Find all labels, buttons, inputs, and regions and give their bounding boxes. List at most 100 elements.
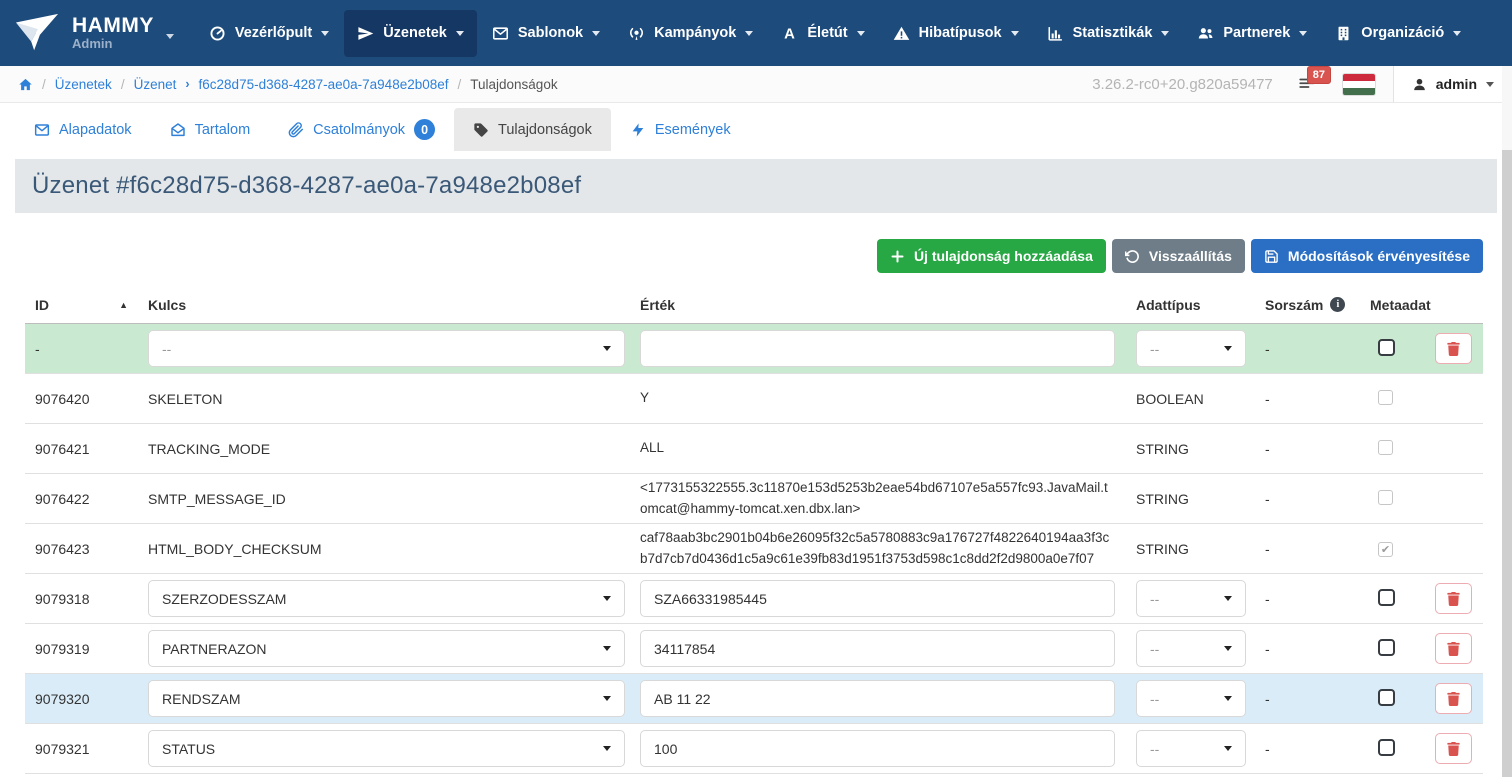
nav-item-label: Vezérlőpult xyxy=(235,25,312,41)
nav-item-kampanyok[interactable]: Kampányok xyxy=(615,10,766,57)
key-select[interactable]: STATUS xyxy=(148,730,625,767)
value-input[interactable] xyxy=(640,730,1115,767)
tab-csatolmanyok[interactable]: Csatolmányok0 xyxy=(269,108,454,151)
key-select[interactable]: PARTNERAZON xyxy=(148,630,625,667)
value-input[interactable] xyxy=(640,580,1115,617)
type-select[interactable]: -- xyxy=(1136,330,1246,367)
nav-item-uzenetek[interactable]: Üzenetek xyxy=(344,10,477,57)
reset-label: Visszaállítás xyxy=(1149,248,1232,264)
nav-item-label: Üzenetek xyxy=(383,25,447,41)
dashboard-icon xyxy=(209,25,226,42)
tab-tulajdonsagok[interactable]: Tulajdonságok xyxy=(454,108,611,151)
notification-badge: 87 xyxy=(1307,66,1331,84)
row-key: HTML_BODY_CHECKSUM xyxy=(148,541,321,557)
nav-item-organizacio[interactable]: Organizáció xyxy=(1322,10,1474,57)
nav-item-statisztikak[interactable]: Statisztikák xyxy=(1034,10,1183,57)
metadata-checkbox[interactable] xyxy=(1378,689,1395,706)
top-navbar: HAMMY Admin Vezérlőpult Üzenetek SablonokK… xyxy=(0,0,1512,66)
apply-changes-button[interactable]: Módosítások érvényesítése xyxy=(1251,239,1483,273)
row-id: 9079320 xyxy=(35,691,90,707)
table-row: 9076420SKELETONYBOOLEAN- xyxy=(25,374,1483,424)
type-select[interactable]: -- xyxy=(1136,730,1246,767)
save-icon xyxy=(1264,249,1279,264)
chevron-down-icon xyxy=(603,696,611,701)
broadcast-icon xyxy=(628,25,645,42)
notifications-list-icon[interactable]: 87 xyxy=(1297,75,1317,93)
metadata-checkbox[interactable] xyxy=(1378,639,1395,656)
metadata-checkbox[interactable] xyxy=(1378,339,1395,356)
value-input[interactable] xyxy=(640,680,1115,717)
add-property-button[interactable]: Új tulajdonság hozzáadása xyxy=(877,239,1106,273)
envelope-icon xyxy=(34,122,50,138)
row-ordinal: - xyxy=(1265,691,1270,707)
brand[interactable]: HAMMY Admin xyxy=(14,10,174,56)
nav-item-eletut[interactable]: AÉletút xyxy=(768,10,877,57)
nav-item-label: Statisztikák xyxy=(1073,25,1153,41)
page-title-band: Üzenet #f6c28d75-d368-4287-ae0a-7a948e2b… xyxy=(15,159,1497,213)
breadcrumb-link-uzenet[interactable]: Üzenet xyxy=(134,77,177,92)
delete-row-button[interactable] xyxy=(1435,733,1472,764)
table-body: ------9076420SKELETONYBOOLEAN-9076421TRA… xyxy=(25,324,1483,774)
trash-icon xyxy=(1447,692,1460,706)
home-icon[interactable] xyxy=(18,77,33,92)
tab-label: Alapadatok xyxy=(59,122,132,138)
key-select[interactable]: -- xyxy=(148,330,625,367)
chevron-right-icon: › xyxy=(185,77,189,91)
svg-text:A: A xyxy=(784,26,795,42)
breadcrumb-link-uzenetek[interactable]: Üzenetek xyxy=(55,77,112,92)
delete-row-button[interactable] xyxy=(1435,683,1472,714)
metadata-checkbox[interactable] xyxy=(1378,739,1395,756)
value-input[interactable] xyxy=(640,630,1115,667)
row-key: TRACKING_MODE xyxy=(148,441,270,457)
chevron-down-icon xyxy=(745,31,753,36)
breadcrumb-link-message-id[interactable]: f6c28d75-d368-4287-ae0a-7a948e2b08ef xyxy=(199,77,449,92)
tab-alapadatok[interactable]: Alapadatok xyxy=(15,108,151,151)
type-select[interactable]: -- xyxy=(1136,630,1246,667)
nav-item-hibatipusok[interactable]: Hibatípusok xyxy=(880,10,1032,57)
column-header-value[interactable]: Érték xyxy=(640,297,1136,313)
hungarian-flag-icon[interactable] xyxy=(1343,74,1375,95)
row-id: 9076423 xyxy=(35,541,90,557)
nav-item-partnerek[interactable]: Partnerek xyxy=(1184,10,1320,57)
column-header-type[interactable]: Adattípus xyxy=(1136,297,1265,313)
row-id: - xyxy=(35,341,40,357)
nav-item-sablonok[interactable]: Sablonok xyxy=(479,10,613,57)
type-select-value: -- xyxy=(1150,591,1159,607)
type-select[interactable]: -- xyxy=(1136,680,1246,717)
nav-item-label: Hibatípusok xyxy=(919,25,1002,41)
key-select[interactable]: RENDSZAM xyxy=(148,680,625,717)
tab-label: Tartalom xyxy=(195,122,251,138)
row-key: SMTP_MESSAGE_ID xyxy=(148,491,286,507)
key-select-value: SZERZODESSZAM xyxy=(162,591,286,607)
key-select[interactable]: SZERZODESSZAM xyxy=(148,580,625,617)
key-select-value: -- xyxy=(162,341,171,357)
reset-button[interactable]: Visszaállítás xyxy=(1112,239,1245,273)
table-row: 9079318SZERZODESSZAM--- xyxy=(25,574,1483,624)
scrollbar-thumb[interactable] xyxy=(1502,150,1512,777)
metadata-checkbox[interactable] xyxy=(1378,589,1395,606)
type-select-value: -- xyxy=(1150,691,1159,707)
metadata-checkbox xyxy=(1378,490,1393,505)
column-header-id[interactable]: ID xyxy=(35,297,49,313)
nav-item-vezerlopult[interactable]: Vezérlőpult xyxy=(196,10,342,57)
users-icon xyxy=(1197,25,1214,42)
user-menu[interactable]: admin xyxy=(1393,66,1512,102)
delete-row-button[interactable] xyxy=(1435,333,1472,364)
main-nav: Vezérlőpult Üzenetek SablonokKampányokAÉle… xyxy=(196,10,1474,57)
row-id: 9079319 xyxy=(35,641,90,657)
row-type: BOOLEAN xyxy=(1136,391,1204,407)
table-row: 9076421TRACKING_MODEALLSTRING- xyxy=(25,424,1483,474)
column-header-ordinal[interactable]: Sorszám xyxy=(1265,297,1323,313)
chevron-down-icon xyxy=(1486,82,1494,87)
scrollbar[interactable] xyxy=(1502,66,1512,777)
delete-row-button[interactable] xyxy=(1435,633,1472,664)
delete-row-button[interactable] xyxy=(1435,583,1472,614)
tab-esemenyek[interactable]: Események xyxy=(611,108,750,151)
type-select[interactable]: -- xyxy=(1136,580,1246,617)
value-input[interactable] xyxy=(640,330,1115,367)
column-header-key[interactable]: Kulcs xyxy=(148,297,640,313)
chevron-down-icon xyxy=(166,34,174,39)
row-key: SKELETON xyxy=(148,391,222,407)
row-ordinal: - xyxy=(1265,641,1270,657)
tab-tartalom[interactable]: Tartalom xyxy=(151,108,270,151)
